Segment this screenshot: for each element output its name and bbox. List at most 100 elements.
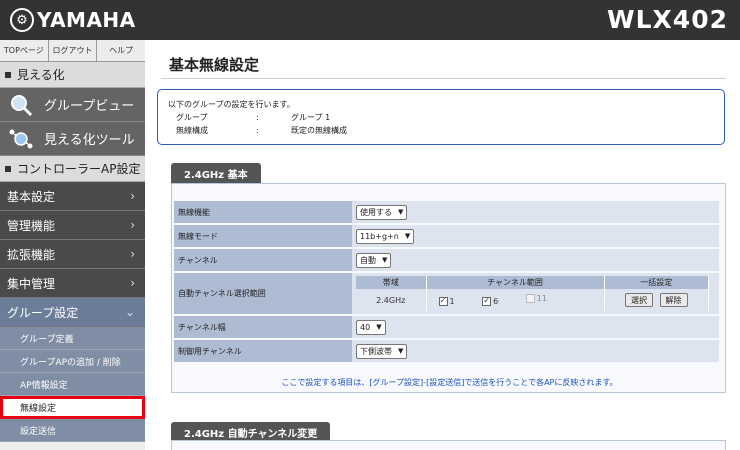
- submenu-label: 設定送信: [20, 426, 57, 437]
- channel-number: 1: [449, 296, 455, 306]
- select-value: 使用する: [360, 207, 392, 217]
- chevron-down-icon: ▼: [376, 323, 382, 331]
- channel-1-option[interactable]: ✓ 1: [438, 296, 455, 306]
- checkbox-disabled-icon: [525, 294, 535, 304]
- menu-management[interactable]: 管理機能 ›: [0, 211, 145, 240]
- submenu-send-settings[interactable]: 設定送信: [0, 419, 145, 442]
- menu-extensions[interactable]: 拡張機能 ›: [0, 240, 145, 269]
- submenu-ap-info[interactable]: AP情報設定: [0, 373, 145, 396]
- info-row: グループ : グループ 1: [168, 111, 714, 124]
- section-visualize-label: 見える化: [17, 68, 65, 82]
- control-channel-select[interactable]: 下側波帯 ▼: [356, 343, 408, 359]
- section-controller-label: コントローラーAP設定: [17, 162, 141, 176]
- channel-number: 11: [536, 294, 547, 304]
- field-value: 40 ▼: [352, 316, 719, 338]
- checkbox-checked-icon[interactable]: ✓: [482, 296, 492, 306]
- settings-panel: 無線機能 使用する ▼ 無線モード 11b+g+n ▼ チャンネル 自動 ▼ 自動チャ…: [171, 183, 726, 393]
- menu-group-settings[interactable]: グループ設定 ⌄: [0, 298, 145, 327]
- select-value: 40: [360, 322, 371, 332]
- square-bullet-icon: [5, 165, 11, 172]
- chevron-down-icon: ▼: [382, 256, 388, 264]
- section-tab-24ghz-basic: 2.4GHz 基本: [171, 163, 261, 183]
- info-row: 無線構成 : 既定の無線構成: [168, 124, 714, 137]
- chevron-down-icon: ▼: [404, 232, 411, 240]
- logout-link[interactable]: ログアウト: [49, 40, 98, 61]
- chevron-right-icon: ›: [130, 189, 135, 203]
- submenu-add-remove-ap[interactable]: グループAPの追加 / 削除: [0, 350, 145, 373]
- group-view-button[interactable]: グループビュー: [0, 88, 145, 122]
- info-value: 既定の無線構成: [291, 126, 347, 135]
- submenu-wireless-settings[interactable]: 無線設定: [0, 396, 145, 419]
- page-title: 基本無線設定: [169, 56, 260, 74]
- info-key: 無線構成: [176, 126, 208, 135]
- menu-label: 拡張機能: [7, 247, 56, 262]
- square-bullet-icon: [5, 71, 11, 78]
- group-view-label: グループビュー: [44, 99, 135, 114]
- wireless-function-select[interactable]: 使用する ▼: [356, 204, 408, 220]
- form-row: チャンネル 自動 ▼: [174, 249, 719, 271]
- brand-name: YAMAHA: [37, 8, 136, 32]
- field-value: 使用する ▼: [352, 201, 719, 223]
- submenu-label: AP情報設定: [20, 380, 68, 391]
- info-intro: 以下のグループの設定を行います。: [168, 100, 295, 109]
- settings-note: ここで設定する項目は、[グループ設定]-[設定送信]で送信を行うことで各APに反…: [281, 378, 618, 387]
- channel-select[interactable]: 自動 ▼: [356, 252, 392, 268]
- column-header: 帯域: [356, 276, 427, 289]
- field-value: 11b+g+n ▼: [352, 225, 719, 247]
- network-tool-icon: [9, 129, 33, 148]
- field-label: 無線モード: [174, 225, 352, 247]
- band-cell: 2.4GHz: [356, 289, 427, 311]
- visualize-tool-button[interactable]: 見える化ツール: [0, 122, 145, 156]
- settings-form: 無線機能 使用する ▼ 無線モード 11b+g+n ▼ チャンネル 自動 ▼ 自動チャ…: [174, 199, 719, 364]
- menu-label: グループ設定: [7, 305, 79, 320]
- channel-11-option: 11: [525, 294, 547, 304]
- channel-number: 6: [493, 296, 499, 306]
- field-label: チャンネル幅: [174, 316, 352, 338]
- field-value: 帯域 チャンネル範囲 一括設定 2.4GHz ✓ 1 ✓ 6 11 選択 解除: [352, 273, 719, 314]
- chevron-down-icon: ▼: [398, 347, 404, 355]
- field-label: 自動チャンネル選択範囲: [174, 273, 352, 314]
- menu-label: 管理機能: [7, 218, 56, 233]
- submenu-group-definition[interactable]: グループ定義: [0, 327, 145, 350]
- channel-width-select[interactable]: 40 ▼: [356, 319, 386, 335]
- help-link[interactable]: ヘルプ: [97, 40, 145, 61]
- top-page-link[interactable]: TOPページ: [0, 40, 49, 61]
- select-value: 自動: [360, 255, 376, 265]
- channel-6-option[interactable]: ✓ 6: [482, 296, 499, 306]
- menu-basic-settings[interactable]: 基本設定 ›: [0, 182, 145, 211]
- form-row: 自動チャンネル選択範囲 帯域 チャンネル範囲 一括設定 2.4GHz ✓ 1 ✓…: [174, 273, 719, 314]
- select-all-button[interactable]: 選択: [624, 293, 653, 307]
- checkbox-checked-icon[interactable]: ✓: [438, 296, 448, 306]
- column-header: チャンネル範囲: [426, 276, 605, 289]
- wireless-mode-select[interactable]: 11b+g+n ▼: [356, 228, 415, 244]
- section-controller: コントローラーAP設定: [0, 156, 145, 182]
- menu-central-management[interactable]: 集中管理 ›: [0, 269, 145, 298]
- info-colon: :: [256, 126, 259, 135]
- select-value: 下側波帯: [360, 346, 392, 356]
- section-visualize: 見える化: [0, 62, 145, 88]
- model-name: WLX402: [607, 5, 728, 34]
- sidebar: TOPページ ログアウト ヘルプ 見える化 グループビュー 見える化ツール コン…: [0, 40, 145, 450]
- clear-all-button[interactable]: 解除: [659, 293, 688, 307]
- submenu-label: グループAPの追加 / 削除: [20, 357, 121, 368]
- menu-label: 基本設定: [7, 189, 56, 204]
- tuning-forks-icon: ⚙: [10, 8, 34, 32]
- form-row: 無線機能 使用する ▼: [174, 201, 719, 223]
- auto-channel-table: 帯域 チャンネル範囲 一括設定 2.4GHz ✓ 1 ✓ 6 11 選択 解除: [356, 276, 709, 311]
- form-row: 制御用チャンネル 下側波帯 ▼: [174, 340, 719, 362]
- chevron-right-icon: ›: [130, 247, 135, 261]
- settings-panel: [171, 440, 726, 450]
- section-tab-24ghz-auto-channel: 2.4GHz 自動チャンネル変更: [171, 422, 331, 442]
- submenu-label: 無線設定: [20, 404, 57, 414]
- select-value: 11b+g+n: [360, 231, 399, 241]
- bulk-setting-cell: 選択 解除: [604, 289, 709, 311]
- channel-range-cell: ✓ 1 ✓ 6 11: [426, 289, 605, 311]
- field-label: 無線機能: [174, 201, 352, 223]
- field-value: 自動 ▼: [352, 249, 719, 271]
- info-colon: :: [256, 113, 259, 122]
- chevron-right-icon: ›: [130, 218, 135, 232]
- top-nav: TOPページ ログアウト ヘルプ: [0, 40, 145, 62]
- chevron-down-icon: ▼: [398, 208, 404, 216]
- visualize-tool-label: 見える化ツール: [44, 133, 135, 148]
- form-row: チャンネル幅 40 ▼: [174, 316, 719, 338]
